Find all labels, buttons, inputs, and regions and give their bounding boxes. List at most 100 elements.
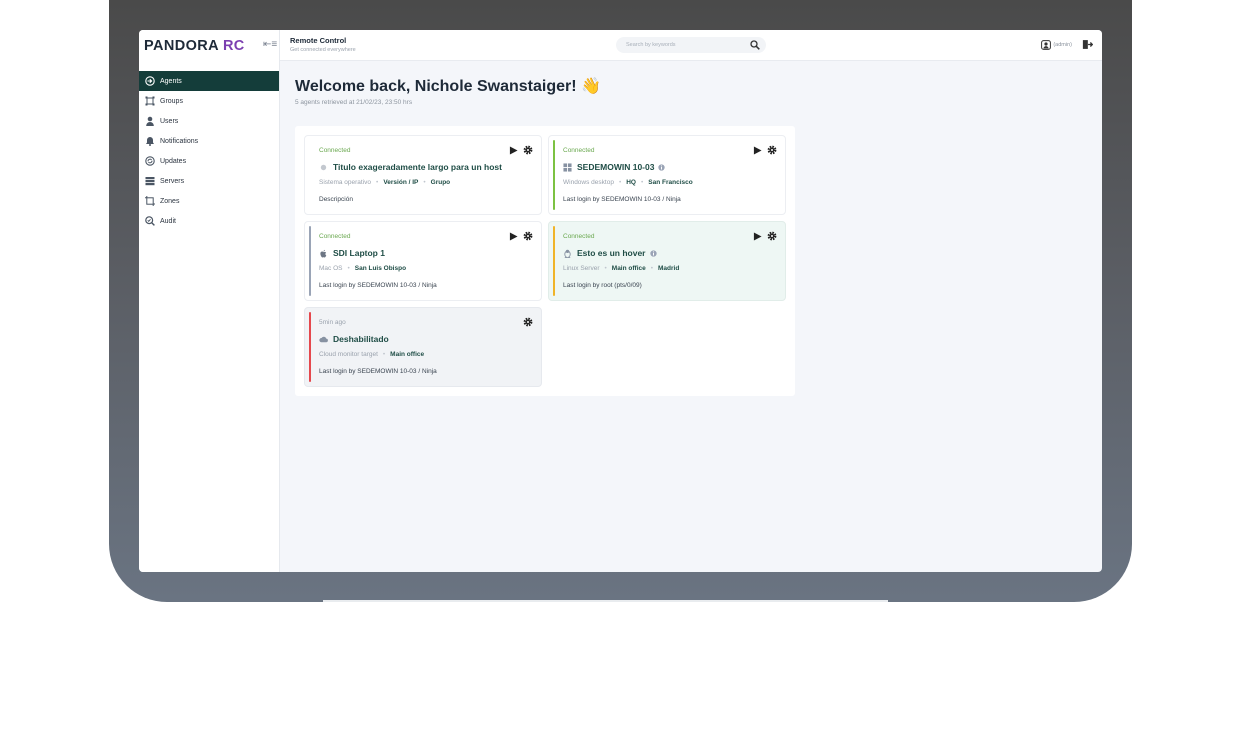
status-label: Connected [319, 147, 351, 154]
play-icon[interactable] [753, 231, 762, 241]
separator-dot: • [650, 265, 654, 272]
info-icon[interactable] [649, 249, 657, 257]
location-label: Main office [390, 351, 425, 358]
group-label: Grupo [430, 179, 451, 186]
apple-icon [319, 249, 328, 258]
host-title: Deshabilitado [319, 334, 389, 344]
sidebar-item-label: Agents [160, 77, 182, 85]
version-label: Versión / IP [383, 179, 419, 186]
play-icon[interactable] [753, 145, 762, 155]
zones-icon [145, 196, 155, 206]
last-login: Last login by SEDEMOWIN 10-03 / Ninja [319, 282, 437, 289]
status-accent-bar [553, 140, 555, 210]
card-actions [509, 231, 533, 241]
card-actions [753, 231, 777, 241]
user-avatar-icon [1041, 40, 1052, 50]
search-input[interactable] [624, 41, 738, 49]
sidebar-item-label: Users [160, 117, 179, 125]
location-label: San Luis Obispo [354, 265, 407, 272]
sidebar-item-audit[interactable]: Audit [139, 211, 279, 231]
top-header: Remote Control Get connected everywhere … [280, 30, 1102, 61]
card-actions [523, 317, 533, 327]
separator-dot: • [604, 265, 607, 272]
gear-icon[interactable] [523, 317, 533, 327]
separator-dot: • [382, 351, 386, 358]
sidebar-item-label: Zones [160, 197, 180, 205]
sidebar-item-label: Notifications [160, 137, 199, 145]
gear-icon[interactable] [523, 145, 533, 155]
os-label: Windows desktop [563, 179, 614, 186]
host-name: Titulo exageradamente largo para un host [333, 162, 502, 172]
status-accent-bar [553, 226, 555, 296]
agent-card[interactable]: Connected Titulo exageradamente largo pa… [304, 135, 542, 215]
play-icon[interactable] [509, 145, 518, 155]
host-title: SEDEMOWIN 10-03 [563, 162, 666, 172]
laptop-base-rim [323, 600, 888, 602]
host-title: SDI Laptop 1 [319, 248, 385, 258]
sidebar-item-groups[interactable]: Groups [139, 91, 279, 111]
separator-dot: • [347, 265, 350, 272]
groups-icon [145, 96, 155, 106]
brand-logo[interactable]: PANDORA RC [144, 38, 245, 54]
info-icon[interactable] [658, 163, 666, 171]
brand-suffix: RC [222, 38, 245, 54]
host-meta: Linux Server • Main office • Madrid [563, 265, 679, 272]
user-icon [145, 116, 155, 126]
last-login: Last login by SEDEMOWIN 10-03 / Ninja [319, 368, 437, 375]
sidebar-item-zones[interactable]: Zones [139, 191, 279, 211]
host-name: SDI Laptop 1 [333, 248, 385, 258]
host-name: Deshabilitado [333, 334, 389, 344]
os-label: Mac OS [319, 265, 343, 272]
agent-card[interactable]: Connected SEDEMOWIN 10-03 Windows deskto… [548, 135, 786, 215]
gear-icon[interactable] [523, 231, 533, 241]
windows-icon [563, 162, 572, 172]
sidebar-item-updates[interactable]: Updates [139, 151, 279, 171]
servers-icon [145, 176, 155, 186]
gear-icon[interactable] [767, 231, 777, 241]
status-label: Connected [319, 233, 351, 240]
separator-dot: • [423, 179, 426, 186]
page-subtitle: Get connected everywhere [290, 47, 356, 53]
play-icon[interactable] [509, 231, 518, 241]
card-actions [509, 145, 533, 155]
user-role: (admin) [1053, 42, 1072, 48]
sidebar-item-servers[interactable]: Servers [139, 171, 279, 191]
sidebar-item-label: Updates [160, 157, 187, 165]
host-name: Esto es un hover [577, 248, 646, 258]
agent-card[interactable]: Connected Esto es un hover Linux Server … [548, 221, 786, 301]
collapse-sidebar-icon[interactable]: ⇤≡ [263, 39, 277, 50]
city-label: Madrid [658, 265, 680, 272]
host-meta: Windows desktop • HQ • San Francisco [563, 179, 693, 186]
status-accent-bar [309, 312, 311, 382]
search-box [616, 37, 766, 53]
status-label: 5min ago [319, 319, 346, 326]
updates-icon [145, 156, 155, 166]
location-label: Main office [611, 265, 646, 272]
host-meta: Sistema operativo • Versión / IP • Grupo [319, 179, 450, 186]
host-name: SEDEMOWIN 10-03 [577, 162, 655, 172]
user-menu[interactable]: (admin) [1041, 40, 1072, 50]
separator-dot: • [376, 179, 379, 186]
sidebar-item-users[interactable]: Users [139, 111, 279, 131]
sidebar-item-label: Servers [160, 177, 185, 185]
status-accent-bar [309, 226, 311, 296]
last-login: Last login by root (pts/0/09) [563, 282, 642, 289]
agent-card[interactable]: Connected SDI Laptop 1 Mac OS • San Luis… [304, 221, 542, 301]
separator-dot: • [640, 179, 644, 186]
host-meta: Mac OS • San Luis Obispo [319, 265, 406, 272]
sidebar-item-agents[interactable]: Agents [139, 71, 279, 91]
logout-icon[interactable] [1082, 39, 1093, 50]
audit-icon [145, 216, 155, 226]
os-label: Linux Server [563, 265, 600, 272]
generic-os-icon [319, 163, 328, 172]
separator-dot: • [618, 179, 622, 186]
page-title: Remote Control [290, 36, 347, 45]
sidebar-item-notifications[interactable]: Notifications [139, 131, 279, 151]
city-label: San Francisco [648, 179, 693, 186]
gear-icon[interactable] [767, 145, 777, 155]
sidebar: PANDORA RC ⇤≡ Agents Groups Users Notifi… [139, 30, 280, 572]
last-login: Last login by SEDEMOWIN 10-03 / Ninja [563, 196, 681, 203]
host-meta: Cloud monitor target • Main office [319, 351, 424, 358]
agent-card[interactable]: 5min ago Deshabilitado Cloud monitor tar… [304, 307, 542, 387]
search-icon[interactable] [750, 40, 760, 50]
